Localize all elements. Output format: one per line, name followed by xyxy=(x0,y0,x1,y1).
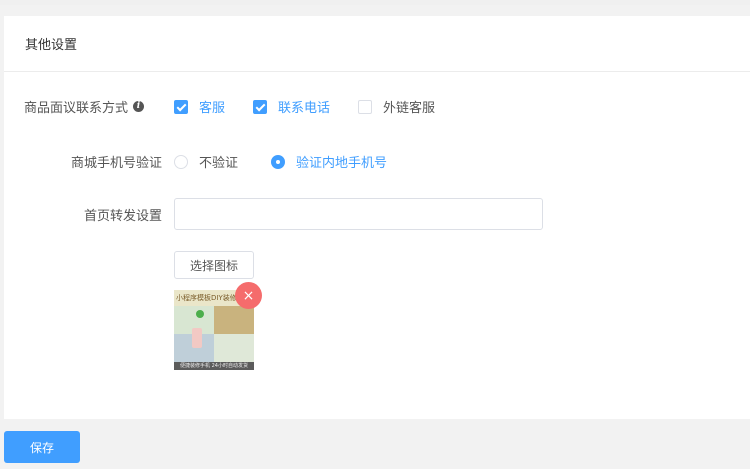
radio-label: 不验证 xyxy=(199,156,239,171)
radio-no-verify[interactable]: 不验证 xyxy=(174,152,238,171)
checkbox-label: 客服 xyxy=(199,101,226,116)
select-icon-button[interactable]: 选择图标 xyxy=(174,251,254,279)
homepage-share-label: 首页转发设置 xyxy=(83,208,162,224)
radio-label: 验证内地手机号 xyxy=(296,156,388,171)
contact-method-row: 商品面议联系方式 i 客服 联系电话 外链客服 xyxy=(4,97,463,116)
settings-card: 其他设置 商品面议联系方式 i 客服 联系电话 外链客服 商城手机号验证 不验证… xyxy=(4,16,750,419)
thumbnail-footer-text: 便捷装修手机 24小时自动发货 xyxy=(174,362,254,370)
phone-verify-row: 商城手机号验证 不验证 验证内地手机号 xyxy=(4,152,415,171)
radio-verify-mainland[interactable]: 验证内地手机号 xyxy=(271,152,387,171)
phone-verify-options: 不验证 验证内地手机号 xyxy=(174,152,415,171)
homepage-share-row: 首页转发设置 xyxy=(4,198,543,230)
section-title: 其他设置 xyxy=(4,16,750,72)
contact-method-label: 商品面议联系方式 i xyxy=(4,97,144,116)
contact-method-label-text: 商品面议联系方式 xyxy=(23,101,128,116)
checkbox-icon[interactable] xyxy=(174,99,188,114)
checkbox-phone[interactable]: 联系电话 xyxy=(253,97,330,116)
thumbnail-tile xyxy=(214,334,254,362)
checkbox-external-service[interactable]: 外链客服 xyxy=(358,97,435,116)
homepage-share-input[interactable] xyxy=(174,198,543,230)
thumbnail-green-dot xyxy=(196,310,204,318)
thumbnail-phone-shape xyxy=(192,328,202,348)
contact-options: 客服 联系电话 外链客服 xyxy=(174,97,463,116)
checkbox-icon[interactable] xyxy=(358,99,373,114)
radio-icon[interactable] xyxy=(174,154,188,169)
checkbox-label: 联系电话 xyxy=(278,101,331,116)
checkbox-customer-service[interactable]: 客服 xyxy=(174,97,225,116)
phone-verify-label: 商城手机号验证 xyxy=(70,156,162,171)
radio-icon[interactable] xyxy=(271,154,286,169)
checkbox-icon[interactable] xyxy=(253,99,268,114)
close-icon[interactable]: × xyxy=(235,282,262,309)
checkbox-label: 外链客服 xyxy=(383,101,436,116)
top-strip xyxy=(0,0,750,5)
save-button[interactable]: 保存 xyxy=(4,431,80,463)
info-icon[interactable]: i xyxy=(133,101,144,112)
thumbnail-tile xyxy=(214,306,254,334)
